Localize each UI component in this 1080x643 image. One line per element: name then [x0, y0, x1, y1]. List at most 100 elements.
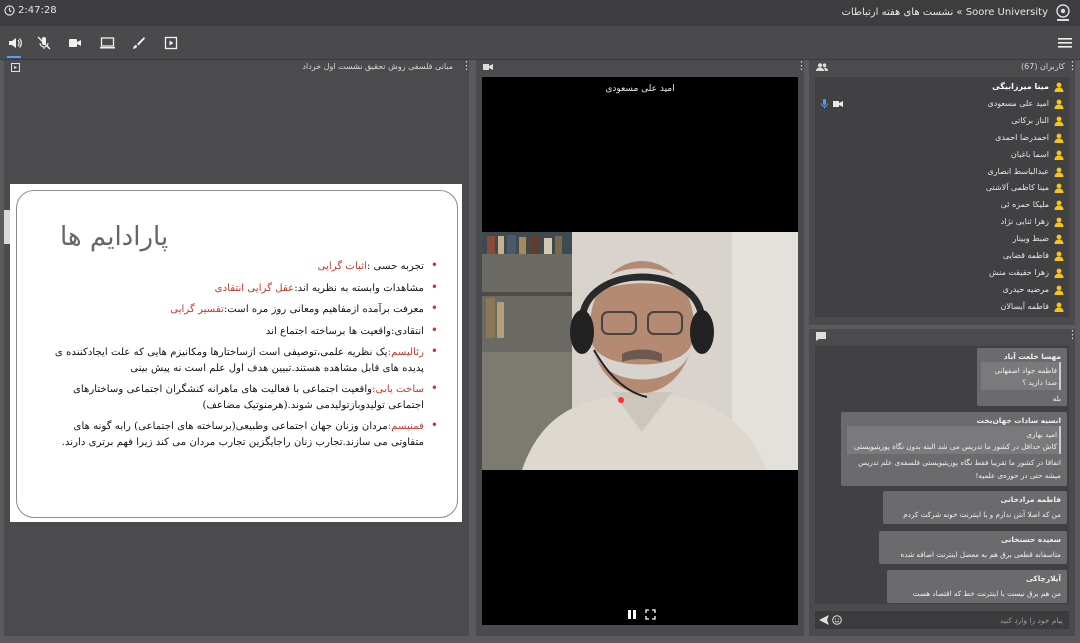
camera-button[interactable]	[66, 34, 84, 52]
screen-share-button[interactable]	[98, 34, 116, 52]
presentation-panel: مبانی فلسفی روش تحقیق نشست اول خرداد پار…	[4, 59, 472, 636]
chat-sender: انسیه سادات جهان‌بخت	[976, 416, 1061, 425]
emoji-icon[interactable]	[832, 615, 842, 625]
chat-sender: مهسا خلعت آباد	[1003, 352, 1061, 361]
bullet-item: فمنیسم:مردان وزنان جهان اجتماعی وطبیعی(ب…	[38, 418, 438, 450]
mic-button[interactable]	[35, 34, 53, 52]
user-list-item[interactable]: ضبط وبینار	[815, 231, 1069, 248]
video-header	[476, 59, 807, 74]
session-clock: 2:47:28	[4, 5, 57, 16]
chat-text: بله	[1052, 394, 1061, 403]
user-list-item[interactable]: مینا کاظمی آلاشتی	[815, 180, 1069, 197]
user-list-item[interactable]: احمدرضا احمدی	[815, 130, 1069, 147]
chat-message: مهسا خلعت آباد فاطمه جواد اصفهانی صدا دا…	[977, 348, 1067, 406]
user-list-item[interactable]: زهرا حقیقت منش	[815, 265, 1069, 282]
user-list-item[interactable]: فاطمه قضایی	[815, 248, 1069, 265]
user-icon	[1054, 234, 1064, 245]
chat-text: من که اصلا آنتن ندارم و با اینترنت خونه …	[903, 510, 1061, 519]
chat-panel: مهسا خلعت آباد فاطمه جواد اصفهانی صدا دا…	[809, 328, 1078, 636]
fullscreen-icon[interactable]	[645, 609, 656, 620]
user-name: ضبط وبینار	[1012, 234, 1049, 244]
chat-text: متاسفانه قطعی برق هم به معضل اینترنت اضا…	[900, 550, 1061, 559]
chat-text: میشه حتی در حوزه‌ی علمیه!	[975, 471, 1061, 480]
user-icon	[1054, 99, 1064, 109]
chat-sender: آیلارچاکی	[1025, 574, 1061, 583]
user-name: فاطمه قضایی	[1002, 251, 1049, 260]
clock-icon	[4, 5, 15, 16]
university-logo-icon	[1056, 4, 1070, 21]
chat-message: آیلارچاکی من هم برق نیست با اینترنت خط ک…	[887, 570, 1067, 603]
chat-composer	[815, 611, 1069, 629]
pause-icon[interactable]	[627, 609, 637, 620]
user-name: احمدرضا احمدی	[995, 132, 1049, 142]
user-icon	[1054, 82, 1064, 92]
chat-options-icon[interactable]	[1067, 328, 1078, 342]
webcam-on-icon	[833, 100, 843, 107]
user-list-item[interactable]: الناز برکاتی	[815, 113, 1069, 130]
send-icon[interactable]	[819, 615, 829, 625]
bullet-item: معرفت برآمده ازمفاهیم ومعانی روز مره است…	[38, 301, 438, 318]
panel-toggle-icon[interactable]	[11, 63, 20, 72]
chat-sender: فاطمه مرادخانی	[1000, 495, 1061, 504]
chat-text: من هم برق نیست با اینترنت خط که اقتصاد ه…	[912, 589, 1061, 598]
users-count: کاربران (67)	[1021, 62, 1065, 71]
user-icon	[1054, 200, 1064, 211]
user-name: مینا میرزابیگی	[992, 82, 1049, 91]
presentation-options-icon[interactable]	[461, 59, 472, 73]
chat-quote-author: فاطمه جواد اصفهانی	[994, 366, 1057, 375]
media-button[interactable]	[162, 34, 180, 52]
video-controls	[627, 609, 656, 620]
user-list-item[interactable]: فاطمه آیسالان	[815, 299, 1069, 316]
mic-muted-icon	[37, 36, 51, 50]
presenter-name: امید علی مسعودی	[605, 84, 675, 94]
video-options-icon[interactable]	[796, 59, 807, 73]
user-icon	[1054, 268, 1064, 278]
users-icon	[816, 63, 828, 71]
bullet-item: مشاهدات وابسته به نظریه اند:عقل گرایی ان…	[38, 280, 438, 297]
user-name: مرضیه حیدری	[1002, 284, 1049, 294]
user-list-item[interactable]: اسما باغبان	[815, 147, 1069, 164]
presentation-header: مبانی فلسفی روش تحقیق نشست اول خرداد	[4, 59, 472, 74]
whiteboard-button[interactable]	[130, 34, 148, 52]
user-list-item[interactable]: ملیکا حمزه ئی	[815, 197, 1069, 214]
slide-title: پارادایم ها	[60, 222, 169, 252]
user-name: امید علی مسعودی	[987, 98, 1049, 108]
mic-active-icon	[821, 98, 828, 109]
main-menu-button[interactable]	[1056, 34, 1074, 52]
chat-input[interactable]	[843, 614, 1063, 626]
user-icon	[1054, 133, 1064, 143]
slide-bullets: تجربه حسی :اثبات گرایی مشاهدات وابسته به…	[38, 258, 438, 456]
conference-app: 2:47:28 Soore University » نشست های هفته…	[0, 0, 1080, 643]
users-header: کاربران (67)	[809, 59, 1078, 74]
user-name: الناز برکاتی	[1011, 115, 1049, 125]
camera-icon	[69, 39, 81, 47]
webcam-stage: امید علی مسعودی	[482, 77, 798, 625]
speaker-icon	[9, 38, 22, 48]
monitor-icon	[99, 37, 115, 49]
user-name: زهرا ثنایی نژاد	[1000, 217, 1049, 227]
chat-icon	[816, 332, 826, 341]
user-icon	[1054, 116, 1064, 126]
users-options-icon[interactable]	[1067, 59, 1078, 73]
hamburger-icon	[1058, 38, 1072, 48]
title-bar: 2:47:28 Soore University » نشست های هفته…	[0, 0, 1080, 26]
chat-header	[809, 328, 1078, 343]
speaker-button[interactable]	[6, 34, 24, 58]
slide-canvas: پارادایم ها تجربه حسی :اثبات گرایی مشاهد…	[10, 184, 462, 522]
presentation-title: مبانی فلسفی روش تحقیق نشست اول خرداد	[302, 62, 453, 71]
chat-sender: سعیده حسنخانی	[1001, 535, 1061, 544]
user-name: عبدالباسط انصاری	[987, 166, 1049, 176]
user-list-item[interactable]: زهرا ثنایی نژاد	[815, 214, 1069, 231]
user-list-item[interactable]: مرضیه حیدری	[815, 282, 1069, 299]
user-list-item[interactable]: مینا میرزابیگی	[815, 79, 1069, 96]
user-list-item[interactable]: امید علی مسعودی	[815, 96, 1069, 113]
user-list-item[interactable]: عبدالباسط انصاری	[815, 164, 1069, 181]
chat-quote-author: امید بهاری	[1026, 430, 1057, 439]
user-icon	[1054, 285, 1064, 295]
toolbar	[0, 26, 1080, 60]
play-box-icon	[164, 36, 178, 50]
user-icon	[1054, 150, 1064, 160]
chat-quote-text: کاش حداقل در کشور ما تدریس می شد البته ب…	[853, 442, 1057, 451]
presenter-webcam-feed	[482, 232, 798, 470]
user-name: ملیکا حمزه ئی	[1000, 200, 1049, 210]
